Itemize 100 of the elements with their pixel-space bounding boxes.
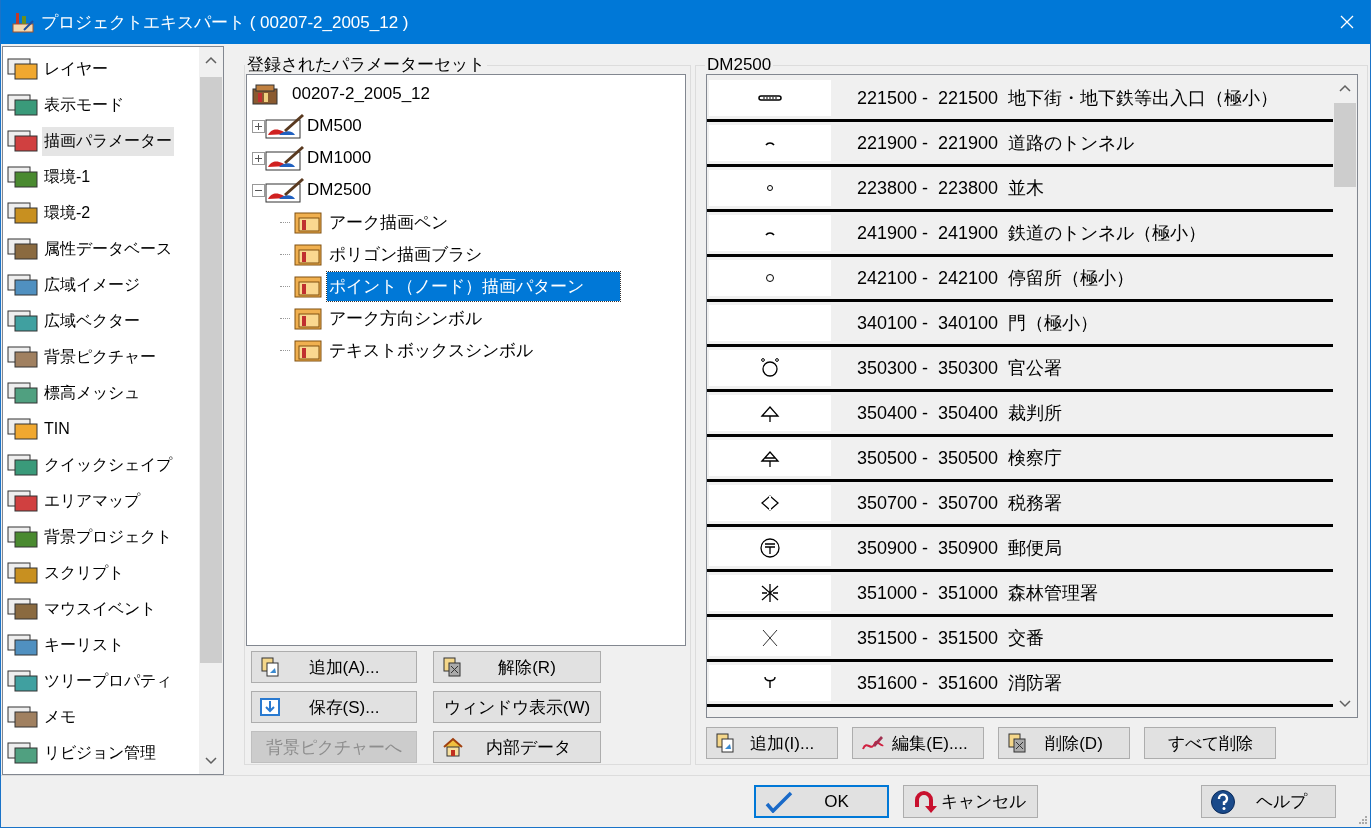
sidebar-item[interactable]: 環境-1 xyxy=(42,162,93,192)
sidebar-item[interactable]: ツリープロパティ xyxy=(42,666,174,696)
card-stack-icon xyxy=(6,56,40,82)
folder-icon xyxy=(294,274,322,298)
action-button[interactable]: 追加(A)... xyxy=(251,651,417,683)
symbol-row-label[interactable]: 350900 - 350900 郵便局 xyxy=(857,536,1063,560)
sidebar-item[interactable]: TIN xyxy=(42,416,72,442)
card-stack-icon xyxy=(6,632,40,658)
dialog-button[interactable]: ヘルプ xyxy=(1201,785,1336,818)
sidebar-item[interactable]: 描画パラメーター xyxy=(42,126,174,156)
card-stack-icon xyxy=(6,416,40,442)
sidebar-item[interactable]: 標高メッシュ xyxy=(42,378,142,408)
tree-item[interactable]: テキストボックスシンボル xyxy=(327,335,535,365)
sidebar-item[interactable]: 属性データベース xyxy=(42,234,174,264)
folder-icon xyxy=(294,338,322,362)
arc-symbol-icon xyxy=(765,140,775,146)
card-stack-icon xyxy=(6,452,40,478)
action-button[interactable]: 削除(D) xyxy=(998,727,1130,759)
card-stack-icon xyxy=(6,344,40,370)
symbol-row-label[interactable]: 350500 - 350500 検察庁 xyxy=(857,446,1063,470)
sidebar-item[interactable]: マウスイベント xyxy=(42,594,158,624)
action-button[interactable]: 編集(E).... xyxy=(852,727,984,759)
document-cross-icon xyxy=(1007,733,1027,753)
window-title: プロジェクトエキスパート ( 00207-2_2005_12 ) xyxy=(41,11,410,34)
sidebar-item[interactable]: 環境-2 xyxy=(42,198,93,228)
document-stack-icon xyxy=(260,657,280,677)
action-button[interactable]: 内部データ xyxy=(433,731,601,763)
symbol-row-label[interactable]: 351600 - 351600 消防署 xyxy=(857,671,1063,695)
tree-item[interactable]: アーク描画ペン xyxy=(327,207,450,237)
card-stack-icon xyxy=(6,308,40,334)
card-stack-icon xyxy=(6,236,40,262)
tree-item[interactable]: DM2500 xyxy=(305,177,374,203)
scrollbar-thumb[interactable] xyxy=(1334,103,1356,187)
tree-item[interactable]: アーク方向シンボル xyxy=(327,303,484,333)
card-stack-icon xyxy=(6,128,40,154)
drawing-tools-icon xyxy=(11,10,35,34)
sidebar-item[interactable]: 背景プロジェクト xyxy=(42,522,174,552)
folder-icon xyxy=(294,306,322,330)
palette-brush-icon xyxy=(265,113,305,139)
palette-brush-icon xyxy=(265,145,305,171)
sidebar-item[interactable]: エリアマップ xyxy=(42,486,142,516)
tree-item[interactable]: ポリゴン描画ブラシ xyxy=(327,239,484,269)
symbol-row-label[interactable]: 340100 - 340100 門（極小） xyxy=(857,311,1099,335)
scrollbar-thumb[interactable] xyxy=(200,77,222,663)
tree-item[interactable]: DM1000 xyxy=(305,145,374,171)
expand-icon[interactable] xyxy=(252,151,265,165)
dot-symbol-icon xyxy=(767,185,773,191)
action-button[interactable]: 解除(R) xyxy=(433,651,601,683)
card-stack-icon xyxy=(6,740,40,766)
sidebar-item[interactable]: 表示モード xyxy=(42,90,126,120)
action-button[interactable]: すべて削除 xyxy=(1144,727,1276,759)
card-stack-icon xyxy=(6,668,40,694)
card-stack-icon xyxy=(6,92,40,118)
sidebar-item[interactable]: メモ xyxy=(42,702,78,732)
action-button[interactable]: ウィンドウ表示(W) xyxy=(433,691,601,723)
sidebar-item[interactable]: 背景ピクチャー xyxy=(42,342,158,372)
card-stack-icon xyxy=(6,596,40,622)
card-stack-icon xyxy=(6,200,40,226)
document-stack-icon xyxy=(715,733,735,753)
circle-symbol-icon xyxy=(766,274,774,282)
house-icon xyxy=(442,737,464,757)
sidebar-item[interactable]: リビジョン管理 xyxy=(42,738,158,768)
symbol-row-label[interactable]: 223800 - 223800 並木 xyxy=(857,176,1045,200)
action-button[interactable]: 保存(S)... xyxy=(251,691,417,723)
sidebar-item[interactable]: 広域イメージ xyxy=(42,270,142,300)
arc-symbol-icon xyxy=(765,230,775,236)
card-stack-icon xyxy=(6,164,40,190)
tree-item[interactable]: DM500 xyxy=(305,113,364,139)
sidebar-item[interactable]: スクリプト xyxy=(42,558,126,588)
sidebar-item[interactable]: クイックシェイプ xyxy=(42,450,174,480)
symbol-row-label[interactable]: 350700 - 350700 税務署 xyxy=(857,491,1063,515)
expand-icon[interactable] xyxy=(252,119,265,133)
symbol-row-label[interactable]: 350400 - 350400 裁判所 xyxy=(857,401,1063,425)
symbol-row-label[interactable]: 351500 - 351500 交番 xyxy=(857,626,1045,650)
check-icon xyxy=(764,790,794,813)
card-stack-icon xyxy=(6,380,40,406)
symbol-row-label[interactable]: 241900 - 241900 鉄道のトンネル（極小） xyxy=(857,221,1207,245)
sidebar-item[interactable]: 広域ベクター xyxy=(42,306,142,336)
symbol-row-label[interactable]: 221900 - 221900 道路のトンネル xyxy=(857,131,1135,155)
tree-item[interactable]: ポイント（ノード）描画パターン xyxy=(327,271,620,301)
symbol-row-label[interactable]: 242100 - 242100 停留所（極小） xyxy=(857,266,1135,290)
toolbox-icon xyxy=(252,83,278,105)
scrollbar[interactable] xyxy=(199,47,223,774)
dialog-button[interactable]: キャンセル xyxy=(903,785,1038,818)
symbol-row-label[interactable]: 221500 - 221500 地下街・地下鉄等出入口（極小） xyxy=(857,86,1279,110)
u-turn-arrow-icon xyxy=(912,788,938,815)
symbol-row-label[interactable]: 351000 - 351000 森林管理署 xyxy=(857,581,1099,605)
action-button[interactable]: 追加(I)... xyxy=(706,727,838,759)
symbol-row-label[interactable]: 350300 - 350300 官公署 xyxy=(857,356,1063,380)
sidebar-item[interactable]: キーリスト xyxy=(42,630,126,660)
sidebar-item[interactable]: レイヤー xyxy=(42,54,110,84)
document-cross-icon xyxy=(442,657,462,677)
folder-icon xyxy=(294,242,322,266)
collapse-icon[interactable] xyxy=(252,183,265,197)
group-label: DM2500 xyxy=(706,56,773,74)
tree-item[interactable]: 00207-2_2005_12 xyxy=(290,81,433,107)
dialog-button[interactable]: OK xyxy=(754,785,889,818)
close-icon xyxy=(1339,14,1355,30)
card-stack-icon xyxy=(6,272,40,298)
card-stack-icon xyxy=(6,524,40,550)
